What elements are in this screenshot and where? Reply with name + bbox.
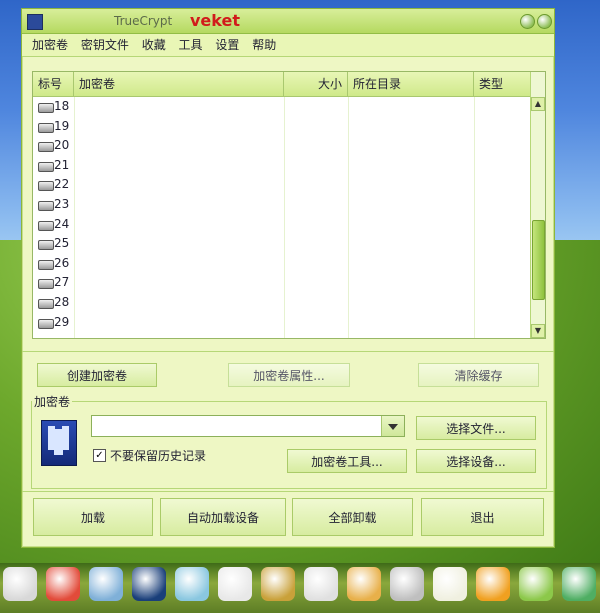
drive-number: 24 [54,216,70,231]
tux-icon[interactable] [3,567,37,601]
scroll-down-icon[interactable]: ▼ [531,324,545,338]
drive-icon [38,103,54,113]
drive-number: 28 [54,295,70,309]
table-row[interactable]: 24 [33,215,531,235]
wipe-cache-button[interactable]: 清除缓存 [418,363,539,387]
col-drive[interactable]: 标号 [33,72,74,96]
drive-icon [38,122,54,133]
drive-number: 25 [54,236,70,251]
menu-bar: 加密卷 密钥文件 收藏 工具 设置 帮助 [22,34,554,57]
table-row[interactable]: 20 [33,136,531,156]
drive-number: 27 [54,275,70,290]
never-save-history-checkbox[interactable]: ✓ [93,449,106,462]
exit-button[interactable]: 退出 [421,498,544,536]
select-file-button[interactable]: 选择文件... [416,416,536,440]
drive-icon [38,181,54,192]
menu-volumes[interactable]: 加密卷 [32,34,68,56]
scroll-thumb[interactable] [532,220,545,300]
create-volume-button[interactable]: 创建加密卷 [37,363,157,387]
taskbar [0,563,600,613]
drive-icon [38,201,54,211]
truecrypt-window: TrueCrypt veket 加密卷 密钥文件 收藏 工具 设置 帮助 标号 … [21,8,555,548]
drive-icon [38,318,54,329]
app-icon [27,14,43,30]
search-people-icon[interactable] [175,567,209,601]
package-icon[interactable] [519,567,553,601]
volume-path-combo[interactable] [91,415,405,437]
table-row[interactable]: 27 [33,273,531,293]
drive-icon [38,299,54,309]
divider [22,351,554,352]
drive-number: 19 [54,118,70,133]
table-row[interactable]: 19 [33,117,531,137]
dismount-all-button[interactable]: 全部卸载 [292,498,413,536]
drive-number: 29 [54,314,70,329]
tiger-icon[interactable] [476,567,510,601]
menu-favorites[interactable]: 收藏 [142,34,166,56]
paint-palette-icon[interactable] [347,567,381,601]
mount-button[interactable]: 加载 [33,498,153,536]
drive-number: 23 [54,197,70,211]
truecrypt-logo [41,420,77,466]
image-viewer-icon[interactable] [304,567,338,601]
usb-drive-icon[interactable] [390,567,424,601]
table-row[interactable]: 22 [33,175,531,195]
drive-icon [38,161,54,172]
select-device-button[interactable]: 选择设备... [416,449,536,473]
col-type[interactable]: 类型 [474,72,531,96]
media-player-icon[interactable] [132,567,166,601]
list-header: 标号 加密卷 大小 所在目录 类型 [33,72,531,97]
table-row[interactable]: 23 [33,195,531,215]
cat-icon[interactable] [46,567,80,601]
penguin-icon[interactable] [218,567,252,601]
col-size[interactable]: 大小 [284,72,348,96]
close-icon[interactable] [537,14,552,29]
list-rows: 18 19 20 21 22 23 24 25 26 27 28 29 [33,97,531,338]
drive-icon [38,240,54,251]
minimize-icon[interactable] [520,14,535,29]
chart-icon[interactable] [89,567,123,601]
menu-tools[interactable]: 工具 [179,34,203,56]
volume-tools-button[interactable]: 加密卷工具... [287,449,407,473]
table-row[interactable]: 28 [33,293,531,313]
chevron-down-icon[interactable] [381,416,404,436]
text-editor-icon[interactable] [433,567,467,601]
menu-keyfiles[interactable]: 密钥文件 [81,34,129,56]
drive-number: 20 [54,138,70,153]
col-volume[interactable]: 加密卷 [74,72,284,96]
drive-icon [38,142,54,153]
scroll-up-icon[interactable]: ▲ [531,97,545,111]
drive-icon [38,220,54,231]
table-row[interactable]: 18 [33,97,531,117]
table-row[interactable]: 21 [33,156,531,176]
table-row[interactable]: 25 [33,234,531,254]
menu-help[interactable]: 帮助 [252,34,276,56]
brand-label: veket [190,11,240,30]
notebook-icon[interactable] [261,567,295,601]
never-save-history-label: 不要保留历史记录 [110,449,207,463]
drive-icon [38,279,54,290]
title-bar[interactable]: TrueCrypt veket [22,9,554,34]
table-row[interactable]: 26 [33,254,531,274]
drive-number: 18 [54,99,70,113]
camera-icon[interactable] [562,567,596,601]
vertical-scrollbar[interactable]: ▲ ▼ [530,72,545,338]
window-title: TrueCrypt [114,14,173,28]
auto-mount-devices-button[interactable]: 自动加载设备 [160,498,286,536]
menu-settings[interactable]: 设置 [215,34,239,56]
drive-icon [38,259,54,270]
drive-number: 21 [54,157,70,172]
col-directory[interactable]: 所在目录 [348,72,474,96]
divider [22,491,554,492]
volume-properties-button[interactable]: 加密卷属性... [228,363,350,387]
table-row[interactable]: 29 [33,313,531,333]
drive-number: 22 [54,177,70,192]
volume-list[interactable]: 标号 加密卷 大小 所在目录 类型 18 19 20 21 22 23 24 25 26 27 28… [32,71,546,339]
volume-group-label: 加密卷 [32,393,73,410]
drive-number: 26 [54,255,70,270]
